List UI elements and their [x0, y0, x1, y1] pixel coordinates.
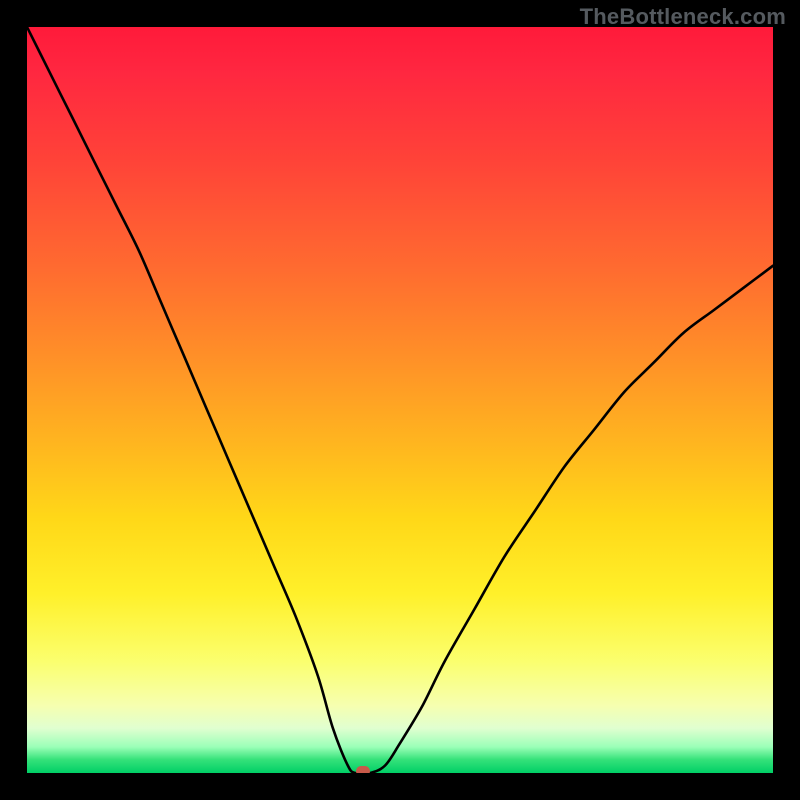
optimal-marker	[356, 766, 370, 773]
bottleneck-curve	[27, 27, 773, 773]
watermark-text: TheBottleneck.com	[580, 4, 786, 30]
plot-area	[27, 27, 773, 773]
chart-frame: TheBottleneck.com	[0, 0, 800, 800]
